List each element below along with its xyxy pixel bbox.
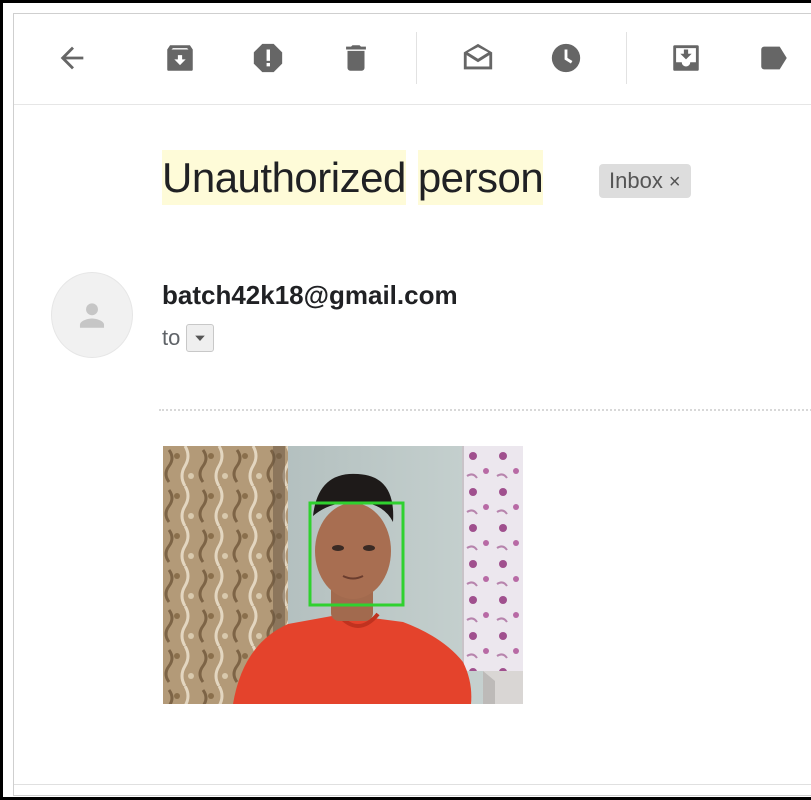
recipient-row: to <box>162 324 215 352</box>
back-arrow-icon <box>60 46 84 70</box>
toolbar-separator <box>416 32 417 84</box>
report-spam-icon <box>253 43 283 73</box>
label-chip-text: Inbox <box>609 168 663 193</box>
labels-button[interactable] <box>754 38 794 78</box>
mark-unread-icon <box>463 43 493 70</box>
move-to-button[interactable] <box>666 38 706 78</box>
toolbar-separator <box>626 32 627 84</box>
subject-word: person <box>417 150 544 205</box>
show-details-button[interactable] <box>186 324 215 352</box>
subject-word: Unauthorized <box>162 150 406 205</box>
email-view: Unauthorized person Inbox × batch42k18@gma… <box>13 13 811 796</box>
report-spam-button[interactable] <box>248 38 288 78</box>
screenshot-frame: Unauthorized person Inbox × batch42k18@gma… <box>0 0 811 800</box>
snooze-button[interactable] <box>546 38 586 78</box>
back-button[interactable] <box>52 38 92 78</box>
mark-unread-button[interactable] <box>458 38 498 78</box>
archive-button[interactable] <box>160 38 200 78</box>
to-label: to <box>162 325 181 350</box>
face-detection-photo <box>163 446 523 704</box>
delete-button[interactable] <box>336 38 376 78</box>
message-divider <box>159 409 811 411</box>
bottom-divider <box>14 784 811 785</box>
person-icon <box>79 303 105 328</box>
sender-email[interactable]: batch42k18@gmail.com <box>162 280 458 311</box>
attached-image[interactable] <box>163 446 523 704</box>
email-subject: Unauthorized person <box>162 150 544 205</box>
inbox-label-chip: Inbox × <box>599 164 691 198</box>
delete-icon <box>346 45 366 71</box>
remove-label-icon[interactable]: × <box>669 171 681 193</box>
toolbar <box>14 14 811 105</box>
avatar[interactable] <box>51 272 133 358</box>
move-to-icon <box>673 45 699 71</box>
archive-icon <box>167 45 193 71</box>
chevron-down-icon <box>195 335 206 341</box>
snooze-icon <box>551 43 581 73</box>
label-icon <box>761 46 787 70</box>
